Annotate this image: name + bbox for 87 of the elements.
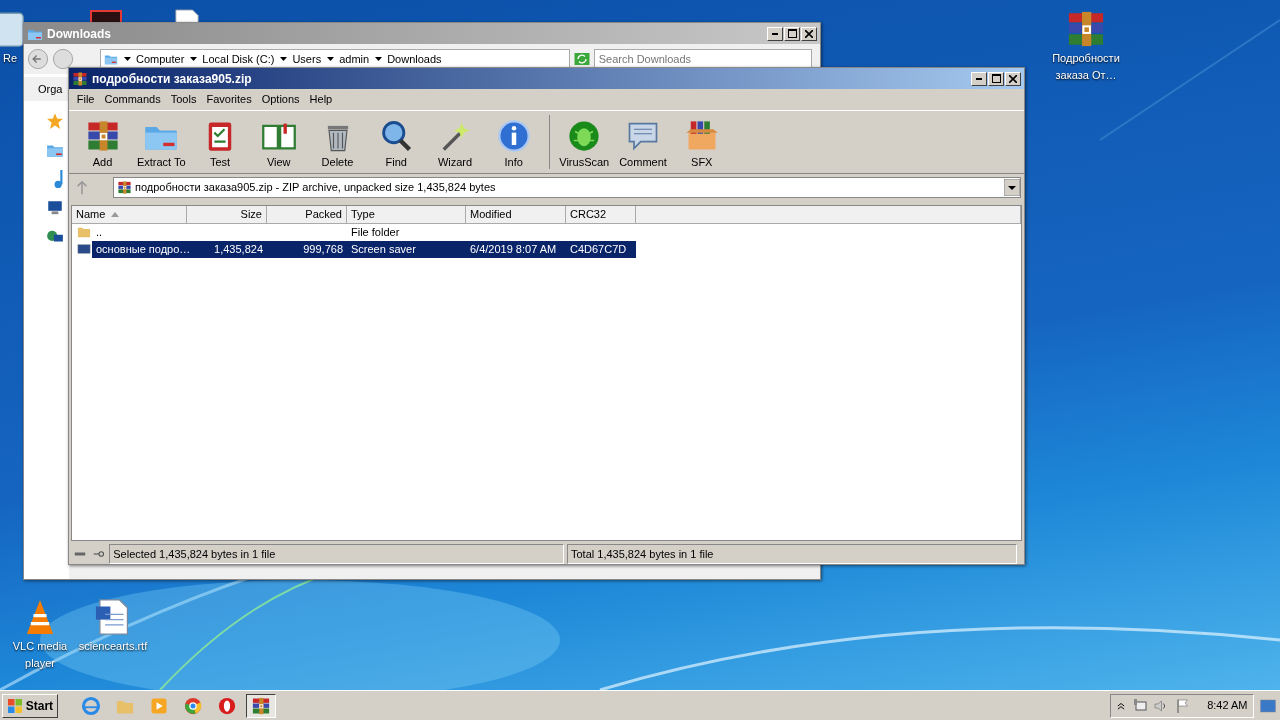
table-row[interactable]: .. File folder bbox=[92, 223, 636, 241]
close-icon bbox=[805, 29, 813, 38]
toolbar-button[interactable]: SFX bbox=[673, 116, 730, 173]
toolbar-label[interactable]: Orga bbox=[24, 76, 69, 102]
table-cell-text: Screen saver bbox=[350, 241, 417, 257]
toolbar-button[interactable]: Extract To bbox=[133, 116, 190, 173]
minimize-button[interactable] bbox=[971, 71, 987, 86]
desktop-icon-label: Re bbox=[2, 51, 18, 66]
toolbar-button[interactable]: Add bbox=[74, 116, 131, 173]
music-icon bbox=[52, 170, 64, 189]
status-text: Total 1,435,824 bytes in 1 file bbox=[567, 543, 1017, 565]
archive-icon bbox=[72, 70, 88, 87]
toolbar-button[interactable]: Test bbox=[192, 116, 248, 173]
browser-icon bbox=[217, 695, 238, 716]
menu-item[interactable]: Help bbox=[304, 89, 338, 110]
breadcrumb-item[interactable]: Downloads bbox=[387, 50, 442, 68]
minimize-icon bbox=[976, 77, 982, 80]
forward-button[interactable] bbox=[51, 48, 74, 70]
table-cell-text: основные подро… bbox=[95, 241, 187, 257]
status-text: Selected 1,435,824 bytes in 1 file bbox=[109, 543, 565, 565]
table-cell-text: 1,435,824 bbox=[213, 241, 264, 257]
toolbar-button[interactable]: Info bbox=[485, 116, 542, 173]
close-button[interactable] bbox=[801, 26, 817, 41]
archive-icon bbox=[117, 180, 133, 195]
close-button[interactable] bbox=[1005, 71, 1021, 86]
caret-icon[interactable] bbox=[374, 57, 382, 61]
clock[interactable]: 8:42 AM bbox=[1207, 697, 1248, 714]
menu-item[interactable]: Commands bbox=[99, 89, 166, 110]
toolbar-button[interactable]: Delete bbox=[309, 116, 366, 173]
column-header[interactable]: Modified bbox=[466, 205, 566, 224]
column-header[interactable]: Type bbox=[347, 205, 466, 224]
desktop-icon-label: Подробности заказа От… bbox=[1051, 51, 1121, 83]
address-bar[interactable]: Computer Local Disk (C:) Users admin Downloads bbox=[100, 49, 571, 69]
maximize-icon bbox=[787, 29, 797, 38]
windows-logo-icon bbox=[7, 697, 23, 714]
minimize-button[interactable] bbox=[767, 26, 783, 41]
star-icon bbox=[45, 112, 64, 131]
toolbar-button[interactable]: Find bbox=[368, 116, 425, 173]
toolbar-button[interactable]: VirusScan bbox=[556, 116, 613, 173]
start-button[interactable]: Start bbox=[2, 693, 59, 718]
minimize-icon bbox=[772, 32, 778, 35]
desktop-icon-label: VLC media player bbox=[11, 639, 69, 671]
browser-icon bbox=[81, 695, 102, 716]
browser-icon bbox=[183, 695, 204, 716]
archive-icon bbox=[251, 695, 272, 716]
desktop-icon-label: sciencearts.rtf bbox=[78, 639, 148, 654]
taskbar-button[interactable] bbox=[246, 693, 277, 718]
caret-icon[interactable] bbox=[123, 57, 131, 61]
caret-icon[interactable] bbox=[326, 57, 334, 61]
breadcrumb-item[interactable]: admin bbox=[339, 50, 370, 68]
table-cell-text: .. bbox=[95, 224, 104, 240]
column-header[interactable]: CRC32 bbox=[566, 205, 636, 224]
dropdown-arrow-icon[interactable] bbox=[1004, 179, 1021, 196]
flag-icon[interactable] bbox=[1174, 697, 1191, 714]
close-icon bbox=[1009, 74, 1017, 83]
screen-icon bbox=[76, 242, 92, 256]
toolbar-button[interactable]: View bbox=[250, 116, 307, 173]
column-header[interactable]: Packed bbox=[267, 205, 347, 224]
table-cell-text: 6/4/2019 8:07 AM bbox=[469, 241, 558, 257]
toolbar-button[interactable]: Comment bbox=[615, 116, 671, 173]
show-desktop-button[interactable] bbox=[1258, 697, 1278, 714]
breadcrumb-item[interactable]: Computer bbox=[136, 50, 185, 68]
table-cell-text: 999,768 bbox=[302, 241, 344, 257]
maximize-icon bbox=[991, 74, 1001, 83]
breadcrumb-item[interactable]: Local Disk (C:) bbox=[202, 50, 275, 68]
menu-item[interactable]: File bbox=[71, 89, 100, 110]
column-header[interactable]: Name bbox=[72, 205, 187, 224]
table-row[interactable]: основные подро… 1,435,824 999,768 Screen saver 6/4/2019 8:07 AM C4D67C7D bbox=[92, 240, 636, 258]
menu-item[interactable]: Options bbox=[256, 89, 305, 110]
toolbar-button[interactable]: Wizard bbox=[427, 116, 483, 173]
breadcrumb-item[interactable]: Users bbox=[292, 50, 322, 68]
table-cell-text: C4D67C7D bbox=[569, 241, 628, 257]
caret-icon[interactable] bbox=[189, 57, 197, 61]
refresh-icon[interactable] bbox=[573, 51, 591, 67]
maximize-button[interactable] bbox=[784, 26, 800, 41]
info-icon bbox=[495, 118, 532, 154]
column-header[interactable]: Size bbox=[187, 205, 267, 224]
address-field[interactable]: подробности заказа905.zip - ZIP archive, unpacked size 1,435,824 bytes bbox=[113, 177, 1022, 198]
maximize-button[interactable] bbox=[988, 71, 1004, 86]
menu-item[interactable]: Favorites bbox=[201, 89, 257, 110]
window-title: Downloads bbox=[47, 25, 111, 43]
table-cell-text: File folder bbox=[350, 224, 401, 240]
caret-icon[interactable] bbox=[279, 57, 287, 61]
search-field[interactable]: Search Downloads bbox=[593, 49, 812, 69]
window-title: подробности заказа905.zip bbox=[92, 70, 252, 88]
menu-item[interactable]: Tools bbox=[165, 89, 202, 110]
back-button[interactable] bbox=[26, 48, 49, 70]
